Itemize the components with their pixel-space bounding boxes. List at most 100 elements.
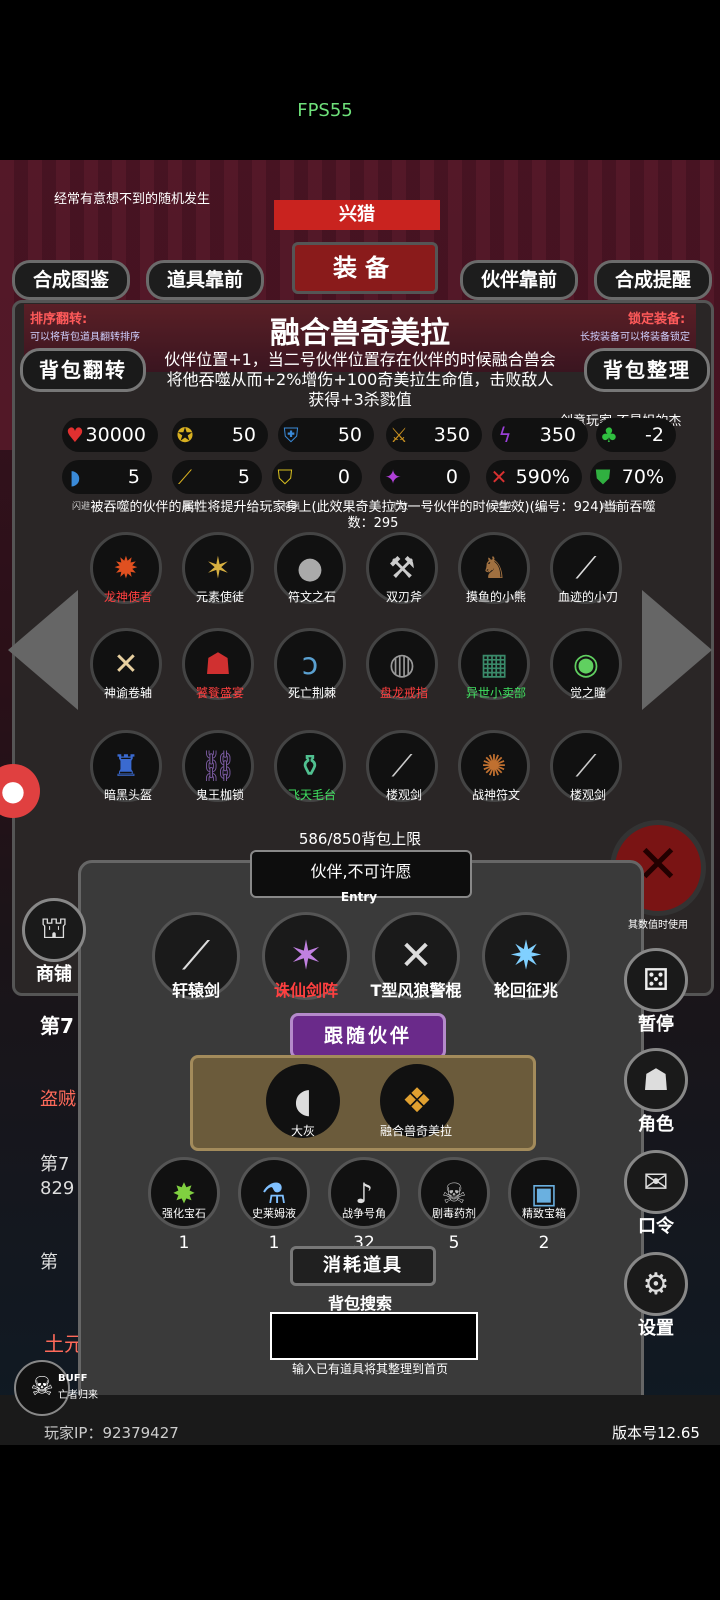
- crit-icon: ⟋: [178, 465, 192, 489]
- tab-synthesis-reminder[interactable]: 合成提醒: [594, 260, 712, 300]
- stat-dodge: ◗ 5 闪避: [62, 460, 152, 512]
- shop-button[interactable]: ⛫: [22, 898, 86, 962]
- rate-hint: 其数值时使用: [628, 920, 688, 931]
- consumable-count: 1: [268, 1233, 280, 1253]
- armor-icon: ⛨: [283, 423, 299, 447]
- item-slot[interactable]: ✺ 战神符文: [458, 730, 534, 810]
- consumable-name: 战争号角: [342, 1207, 386, 1220]
- item-slot[interactable]: ⟋ 血迹的小刀: [550, 532, 626, 612]
- consumable-count: 2: [538, 1233, 550, 1253]
- code-button[interactable]: ✉: [624, 1150, 688, 1214]
- dodge-icon: ◗: [69, 465, 81, 489]
- pet-name: 融合兽奇美拉: [379, 1124, 452, 1138]
- dice-button[interactable]: ⚄: [624, 948, 688, 1012]
- item-slot[interactable]: ● 符文之石: [274, 532, 350, 612]
- bag-flip-button[interactable]: 背包翻转: [20, 348, 146, 392]
- item-slot[interactable]: ✕ 神谕卷轴: [90, 628, 166, 708]
- shop-label: 商铺: [36, 964, 72, 985]
- consumables-banner: 消耗道具: [290, 1246, 436, 1286]
- consumable-count: 5: [448, 1233, 460, 1253]
- item-slot[interactable]: ✶ 元素使徒: [182, 532, 258, 612]
- devour-text: 被吞噬的伙伴的属性将提升给玩家身上(此效果奇美拉为一号伙伴的时候生效)(编号：9…: [90, 500, 656, 531]
- item-slot[interactable]: ▦ 异世小卖部: [458, 628, 534, 708]
- weapon-name: T型风狼警棍: [370, 981, 462, 1000]
- stat-luck: ♣ -2: [596, 418, 676, 452]
- tab-synthesis-codex[interactable]: 合成图鉴: [12, 260, 130, 300]
- person-icon: ●: [0, 774, 26, 807]
- settings-button[interactable]: ⚙: [624, 1252, 688, 1316]
- buff-sub: 亡者归来: [58, 1390, 98, 1401]
- item-slot[interactable]: ⟋ 楼观剑: [550, 730, 626, 810]
- consumable-name: 史莱姆液: [252, 1207, 296, 1220]
- tab-items-first[interactable]: 道具靠前: [146, 260, 264, 300]
- item-slot[interactable]: ⚱ 飞天毛台: [274, 730, 350, 810]
- stat-damage-up: ✕ 590% 增伤: [486, 460, 582, 512]
- sword-icon: ⚔: [390, 423, 408, 447]
- invincible-icon: ✦: [384, 465, 402, 489]
- item-slot[interactable]: ◉ 觉之瞳: [550, 628, 626, 708]
- entry-subtitle: Entry: [340, 890, 378, 904]
- item-slot[interactable]: ◍ 盘龙戒指: [366, 628, 442, 708]
- tab-partners-first[interactable]: 伙伴靠前: [460, 260, 578, 300]
- weapon-name: 轩辕剑: [171, 981, 220, 1000]
- staff-icon: ✷: [509, 933, 543, 979]
- dice-icon: ⚄: [642, 962, 670, 998]
- lock-subtitle: 长按装备可以将装备锁定: [580, 332, 690, 343]
- top-banner: 兴猎: [274, 200, 440, 230]
- item-slot[interactable]: ↄ 死亡荆棘: [274, 628, 350, 708]
- item-slot[interactable]: ⟋ 楼观剑: [366, 730, 442, 810]
- stat-attack: ⚔ 350: [386, 418, 482, 452]
- item-slot[interactable]: ♜ 暗黑头盔: [90, 730, 166, 810]
- gear-icon: ⚙: [642, 1266, 670, 1302]
- item-slot[interactable]: ☗ 饕餮盛宴: [182, 628, 258, 708]
- buff-label: BUFF: [58, 1373, 88, 1384]
- partner-name: 融合兽奇美拉: [270, 316, 450, 351]
- sword-array-icon: ✶: [289, 933, 323, 979]
- stat-speed: ϟ 350: [492, 418, 588, 452]
- weapon-name: 诛仙剑阵: [273, 981, 338, 1000]
- heart-icon: ♥: [66, 423, 84, 447]
- item-slot[interactable]: ⛓ 鬼王枷锁: [182, 730, 258, 810]
- next-page-arrow[interactable]: [642, 590, 712, 710]
- pet-name: 大灰: [290, 1124, 315, 1138]
- baton-icon: ✕: [399, 933, 433, 979]
- game-screen: 经常有意想不到的随机发生 第7 盗贼 第7 829 第 土元素被击败掉落 兴猎 …: [0, 160, 720, 1445]
- sort-subtitle: 可以将背包道具翻转排序: [30, 332, 140, 343]
- dolphin-icon: ◖: [294, 1081, 312, 1121]
- role-button[interactable]: ☗: [624, 1048, 688, 1112]
- hooded-figure-icon: ☗: [642, 1062, 670, 1098]
- consumable-name: 精致宝箱: [522, 1207, 566, 1220]
- scroll-icon: ✉: [643, 1164, 669, 1200]
- damage-up-icon: ✕: [490, 465, 508, 489]
- chimera-icon: ❖: [401, 1081, 433, 1121]
- item-slot[interactable]: ✹ 龙神使者: [90, 532, 166, 612]
- pause-label: 暂停: [638, 1014, 674, 1035]
- role-label: 角色: [638, 1114, 674, 1135]
- stat-health: ♥ 30000: [62, 418, 158, 452]
- partner-description: 伙伴位置+1，当二号伙伴位置存在伙伴的时候融合兽会将他吞噬从而+2%增伤+100…: [164, 350, 556, 409]
- item-slot[interactable]: ♞ 摸鱼的小熊: [458, 532, 534, 612]
- stat-crit: ⟋ 5 暴击: [172, 460, 262, 512]
- bg-text: 第: [40, 1252, 58, 1273]
- stat-damage-reduce: ⛊ 70% 减伤: [590, 460, 676, 512]
- prev-page-arrow[interactable]: [8, 590, 78, 710]
- bag-capacity: 586/850背包上限: [298, 830, 422, 848]
- item-slot[interactable]: ⚒ 双刃斧: [366, 532, 442, 612]
- damage-reduce-icon: ⛊: [595, 465, 611, 489]
- shop-icon: ⛫: [40, 910, 68, 946]
- sort-title: 排序翻转:: [30, 312, 88, 327]
- stat-armor: ⛨ 50: [278, 418, 374, 452]
- bag-search-input[interactable]: [270, 1312, 478, 1360]
- code-label: 口令: [638, 1216, 674, 1237]
- bg-text: 829: [40, 1178, 75, 1199]
- settings-label: 设置: [638, 1318, 674, 1339]
- page-title: 装备: [292, 242, 438, 294]
- stats-row-2: ◗ 5 闪避 ⟋ 5 暴击 ⛉ 0 格挡 ✦ 0 无敌 ✕ 590% 增伤 ⛊ 70% 减伤: [62, 460, 688, 512]
- stats-row-1: ♥ 30000 ✪ 50 ⛨ 50 ⚔ 350 ϟ 350 ♣ -2: [62, 418, 688, 454]
- lock-title: 锁定装备:: [628, 312, 686, 327]
- consumable-name: 剧毒药剂: [432, 1207, 476, 1220]
- bag-search-hint: 输入已有道具将其整理到首页: [291, 1362, 448, 1376]
- bag-tidy-button[interactable]: 背包整理: [584, 348, 710, 392]
- player-ip: 玩家IP：92379427: [44, 1424, 179, 1442]
- stat-block: ⛉ 0 格挡: [272, 460, 362, 512]
